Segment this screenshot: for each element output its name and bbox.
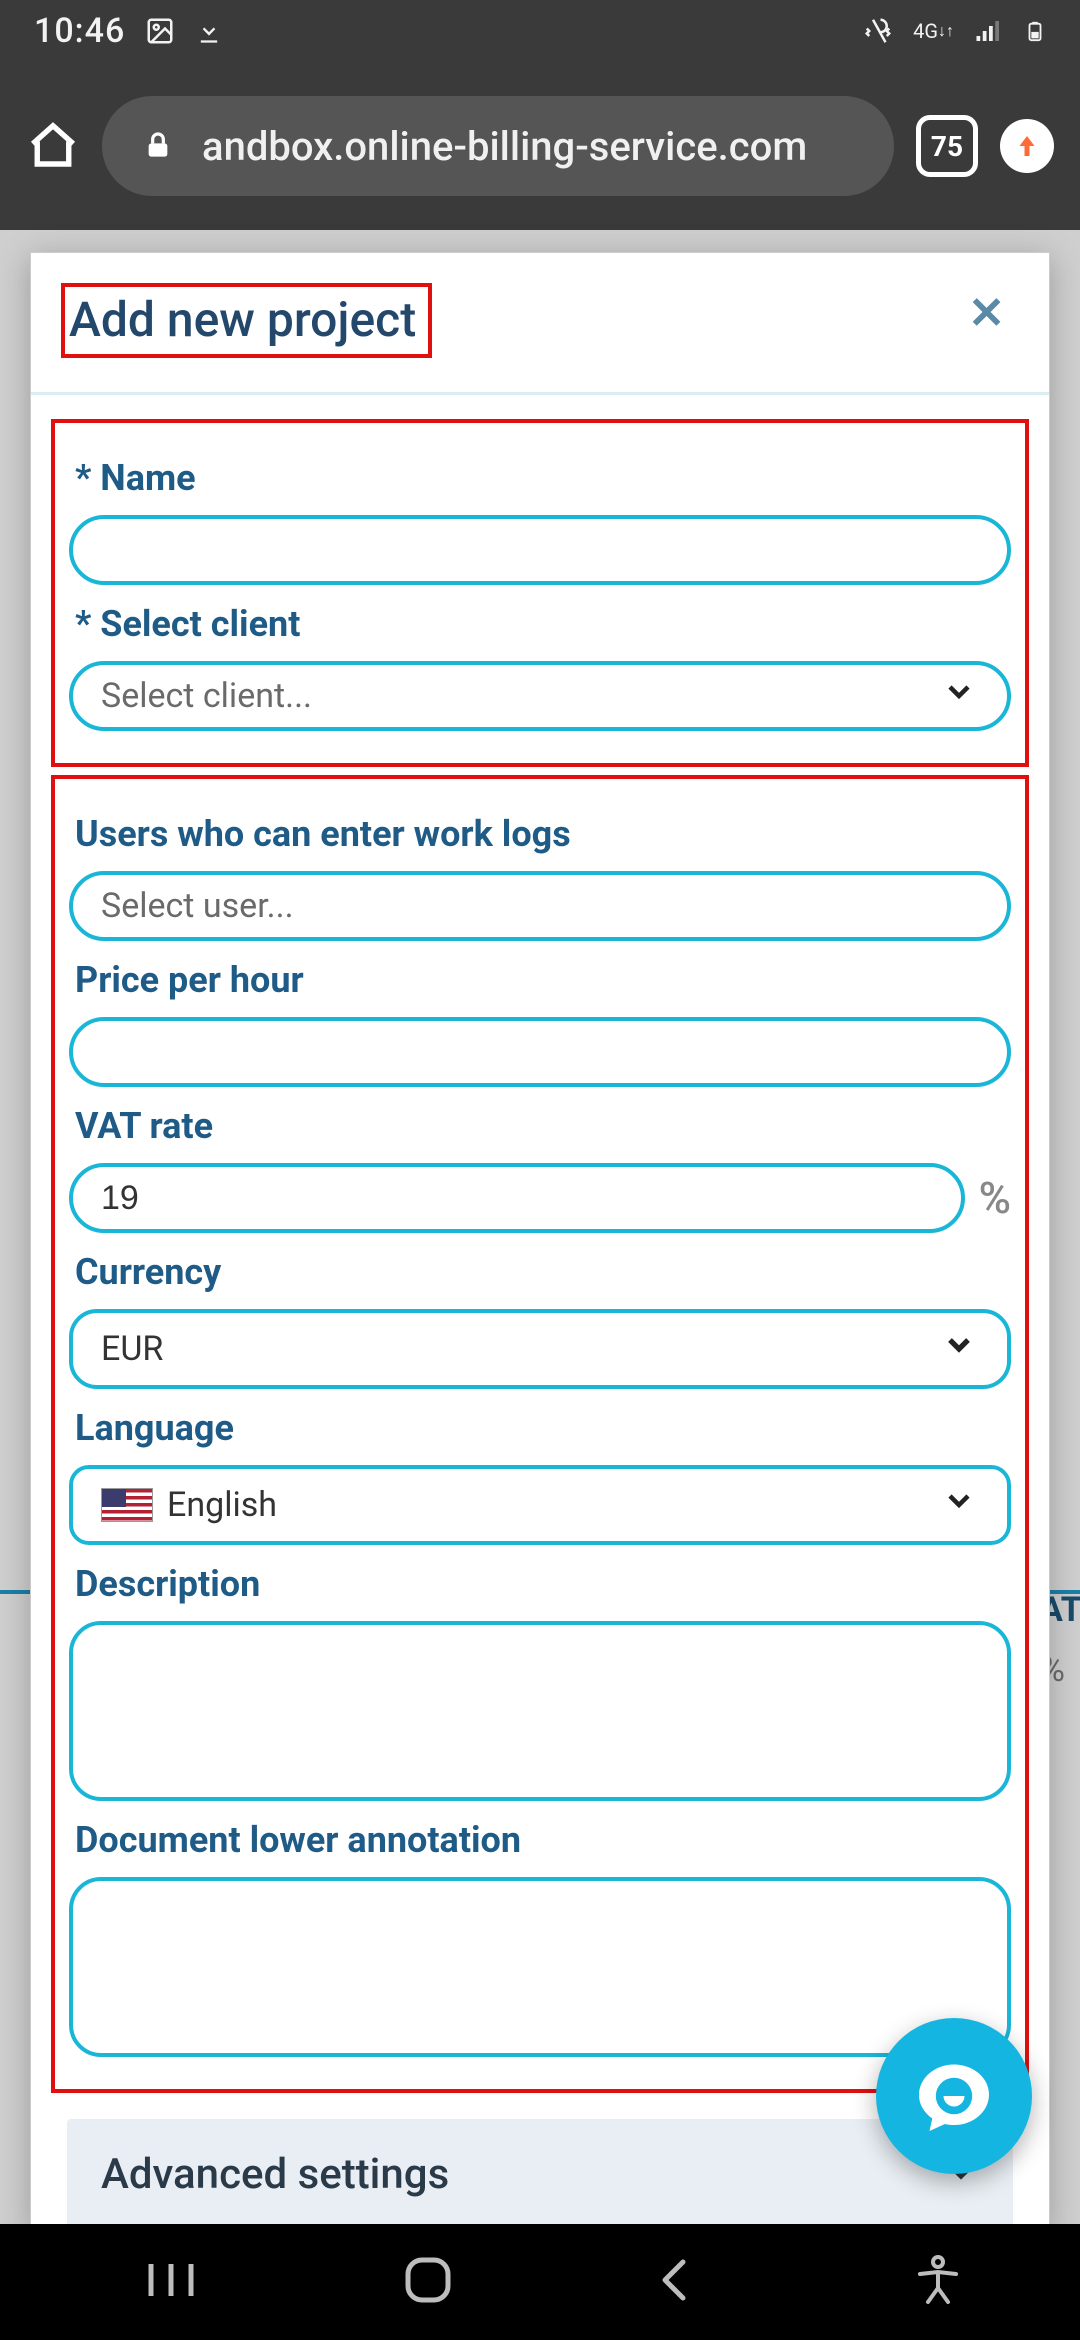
chevron-down-icon [941,674,977,719]
lock-icon [142,130,174,162]
chevron-down-icon [941,1483,977,1528]
chevron-down-icon [941,1327,977,1372]
home-icon[interactable] [26,119,80,173]
required-fields-highlight: Name Select client Select client... [51,419,1029,767]
download-icon [195,17,223,45]
network-type: 4G ↓↑ [913,21,954,41]
name-input[interactable] [69,515,1011,585]
browser-toolbar: andbox.online-billing-service.com 75 [0,62,1080,230]
users-select[interactable]: Select user... [69,871,1011,941]
network-label: 4G [913,21,938,41]
vat-unit: % [979,1172,1011,1224]
us-flag-icon [101,1488,153,1522]
url-text: andbox.online-billing-service.com [202,123,807,170]
language-value: English [167,1485,277,1525]
currency-label: Currency [75,1251,1011,1293]
doc-annotation-textarea[interactable] [69,1877,1011,2057]
currency-value: EUR [101,1329,163,1369]
doc-annotation-label: Document lower annotation [75,1819,1011,1861]
system-nav-bar [0,2224,1080,2340]
language-select[interactable]: English [69,1465,1011,1545]
home-nav-icon[interactable] [402,2254,454,2310]
tab-count-badge[interactable]: 75 [916,115,978,177]
client-select[interactable]: Select client... [69,661,1011,731]
vat-label: VAT rate [75,1105,1011,1147]
close-icon[interactable]: ✕ [954,283,1019,343]
chat-fab[interactable] [876,2018,1032,2174]
signal-icon [974,16,1004,46]
image-icon [145,16,175,46]
status-bar: 10:46 4G ↓↑ [0,0,1080,62]
price-label: Price per hour [75,959,1011,1001]
chat-icon [912,2054,996,2138]
url-bar[interactable]: andbox.online-billing-service.com [102,96,894,196]
price-input[interactable] [69,1017,1011,1087]
advanced-settings-label: Advanced settings [101,2150,449,2199]
client-label: Select client [75,603,1011,645]
modal-title: Add new project [69,291,416,348]
currency-select[interactable]: EUR [69,1309,1011,1389]
advanced-settings-toggle[interactable]: Advanced settings [67,2119,1013,2229]
add-project-modal: Add new project ✕ Name Select client Sel… [30,252,1050,2230]
users-select-placeholder: Select user... [101,886,294,926]
name-label: Name [75,457,1011,499]
battery-icon [1024,16,1046,46]
client-select-placeholder: Select client... [101,676,312,716]
users-label: Users who can enter work logs [75,813,1011,855]
back-icon[interactable] [655,2256,695,2308]
tab-count: 75 [931,130,963,163]
details-fields-highlight: Users who can enter work logs Select use… [51,775,1029,2093]
description-textarea[interactable] [69,1621,1011,1801]
vat-input[interactable] [69,1163,965,1233]
description-label: Description [75,1563,1011,1605]
recents-icon[interactable] [141,2258,201,2306]
accessibility-icon[interactable] [916,2254,960,2310]
modal-title-highlight: Add new project [61,283,432,358]
browser-update-icon[interactable] [1000,119,1054,173]
vibrate-icon [863,16,893,46]
status-time: 10:46 [34,11,125,51]
language-label: Language [75,1407,1011,1449]
